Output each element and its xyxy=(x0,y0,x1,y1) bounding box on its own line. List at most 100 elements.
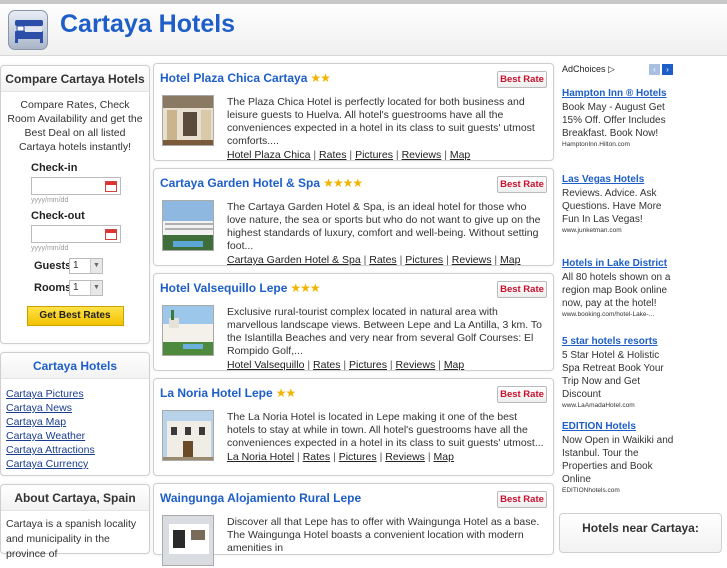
hotels-near-box: Hotels near Cartaya: xyxy=(559,513,722,553)
about-heading: About Cartaya, Spain xyxy=(1,485,149,511)
hotel-photo[interactable] xyxy=(162,515,214,566)
best-rate-button[interactable]: Best Rate xyxy=(497,281,547,298)
hotel-name-link[interactable]: Hotel Plaza Chica Cartaya ★★ xyxy=(160,71,331,85)
checkout-date-hint: yyyy/mm/dd xyxy=(31,245,69,252)
rates-link[interactable]: Rates xyxy=(369,254,396,266)
site-title[interactable]: Cartaya Hotels xyxy=(60,10,235,39)
city-links-list: Cartaya Pictures Cartaya News Cartaya Ma… xyxy=(1,379,149,479)
checkout-input[interactable] xyxy=(31,225,121,243)
ad-body: Now Open in Waikiki and Istanbul. Tour t… xyxy=(562,435,674,485)
adchoices-icon[interactable]: ▷ xyxy=(608,64,615,74)
ad-item[interactable]: EDITION Hotels Now Open in Waikiki and I… xyxy=(562,421,674,494)
calendar-icon[interactable] xyxy=(105,181,117,192)
ad-body: All 80 hotels shown on a region map Book… xyxy=(562,272,671,309)
best-rate-button[interactable]: Best Rate xyxy=(497,176,547,193)
prev-ad-icon[interactable]: ‹ xyxy=(649,64,660,75)
star-rating-icon: ★★ xyxy=(310,71,330,85)
ad-title[interactable]: Las Vegas Hotels xyxy=(562,174,674,185)
hotel-link[interactable]: Hotel Plaza Chica xyxy=(227,149,310,161)
ad-url[interactable]: www.LaAmadaHotel.com xyxy=(562,402,674,409)
hotel-bed-logo-icon[interactable] xyxy=(8,10,48,50)
checkin-input[interactable] xyxy=(31,177,121,195)
hotel-link[interactable]: Hotel Valsequillo xyxy=(227,359,304,371)
hotel-description: The Cartaya Garden Hotel & Spa, is an id… xyxy=(227,201,541,266)
rooms-select[interactable]: 1 ▼ xyxy=(69,280,103,296)
rates-link[interactable]: Rates xyxy=(303,451,330,463)
ad-item[interactable]: Hampton Inn ® Hotels Book May - August G… xyxy=(562,88,674,148)
reviews-link[interactable]: Reviews xyxy=(452,254,492,266)
guests-row: Guests 1 ▼ xyxy=(34,258,149,274)
best-rate-button[interactable]: Best Rate xyxy=(497,71,547,88)
pictures-link[interactable]: Pictures xyxy=(405,254,443,266)
chevron-down-icon: ▼ xyxy=(90,281,102,295)
ad-url[interactable]: www.junketman.com xyxy=(562,227,674,234)
ad-title[interactable]: Hotels in Lake District xyxy=(562,258,674,269)
pictures-link[interactable]: Pictures xyxy=(339,451,377,463)
rates-link[interactable]: Rates xyxy=(319,149,346,161)
city-links-box: Cartaya Hotels Cartaya Pictures Cartaya … xyxy=(0,352,150,476)
link-cartaya-currency[interactable]: Cartaya Currency xyxy=(6,457,144,471)
hotel-name-link[interactable]: Waingunga Alojamiento Rural Lepe xyxy=(160,491,361,505)
compare-box: Compare Cartaya Hotels Compare Rates, Ch… xyxy=(0,65,150,344)
pictures-link[interactable]: Pictures xyxy=(355,149,393,161)
map-link[interactable]: Map xyxy=(500,254,520,266)
reviews-link[interactable]: Reviews xyxy=(385,451,425,463)
calendar-icon[interactable] xyxy=(105,229,117,240)
adchoices-label[interactable]: AdChoices ▷ xyxy=(562,64,615,75)
hotel-photo[interactable] xyxy=(162,305,214,356)
ad-item[interactable]: Hotels in Lake District All 80 hotels sh… xyxy=(562,258,674,318)
reviews-link[interactable]: Reviews xyxy=(402,149,442,161)
best-rate-button[interactable]: Best Rate xyxy=(497,491,547,508)
guests-select[interactable]: 1 ▼ xyxy=(69,258,103,274)
rates-link[interactable]: Rates xyxy=(313,359,340,371)
ad-url[interactable]: EDITIONhotels.com xyxy=(562,487,674,494)
hotel-listing: Hotel Plaza Chica Cartaya ★★ Best Rate Th… xyxy=(153,63,554,161)
compare-description: Compare Rates, Check Room Availability a… xyxy=(7,99,143,153)
get-best-rates-button[interactable]: Get Best Rates xyxy=(26,306,124,326)
hotel-name-link[interactable]: Hotel Valsequillo Lepe ★★★ xyxy=(160,281,321,295)
about-text: Cartaya is a spanish locality and munici… xyxy=(6,518,137,560)
top-strip xyxy=(0,0,727,4)
hotel-name-link[interactable]: Cartaya Garden Hotel & Spa ★★★★ xyxy=(160,176,363,190)
hotel-name-link[interactable]: La Noria Hotel Lepe ★★ xyxy=(160,386,296,400)
map-link[interactable]: Map xyxy=(444,359,464,371)
hotel-link[interactable]: La Noria Hotel xyxy=(227,451,294,463)
hotel-description: Exclusive rural-tourist complex located … xyxy=(227,306,542,371)
ad-body: Book May - August Get 15% Off. Offer Inc… xyxy=(562,102,666,139)
ad-title[interactable]: Hampton Inn ® Hotels xyxy=(562,88,674,99)
ad-title[interactable]: EDITION Hotels xyxy=(562,421,674,432)
compare-heading: Compare Cartaya Hotels xyxy=(1,66,149,92)
hotel-photo[interactable] xyxy=(162,200,214,251)
ad-url[interactable]: HamptonInn.Hilton.com xyxy=(562,141,674,148)
ad-item[interactable]: 5 star hotels resorts 5 Star Hotel & Hol… xyxy=(562,336,674,409)
hotels-near-heading: Hotels near Cartaya: xyxy=(582,521,699,535)
hotel-description: The Plaza Chica Hotel is perfectly locat… xyxy=(227,96,535,161)
link-cartaya-pictures[interactable]: Cartaya Pictures xyxy=(6,387,144,401)
hotel-listing: Hotel Valsequillo Lepe ★★★ Best Rate Excl… xyxy=(153,273,554,371)
hotel-link[interactable]: Cartaya Garden Hotel & Spa xyxy=(227,254,361,266)
chevron-down-icon: ▼ xyxy=(90,259,102,273)
star-rating-icon: ★★★★ xyxy=(323,176,363,190)
best-rate-button[interactable]: Best Rate xyxy=(497,386,547,403)
about-box: About Cartaya, Spain Cartaya is a spanis… xyxy=(0,484,150,560)
star-rating-icon: ★★ xyxy=(275,386,296,400)
link-cartaya-attractions[interactable]: Cartaya Attractions xyxy=(6,443,144,457)
guests-label: Guests xyxy=(34,260,72,272)
ad-url[interactable]: www.booking.com/hotel-Lake-... xyxy=(562,311,674,318)
map-link[interactable]: Map xyxy=(434,451,454,463)
hotel-photo[interactable] xyxy=(162,410,214,461)
link-cartaya-weather[interactable]: Cartaya Weather xyxy=(6,429,144,443)
hotel-listing: Waingunga Alojamiento Rural Lepe Best Ra… xyxy=(153,483,554,566)
reviews-link[interactable]: Reviews xyxy=(396,359,436,371)
next-ad-icon[interactable]: › xyxy=(662,64,673,75)
ad-title[interactable]: 5 star hotels resorts xyxy=(562,336,674,347)
link-cartaya-news[interactable]: Cartaya News xyxy=(6,401,144,415)
link-cartaya-map[interactable]: Cartaya Map xyxy=(6,415,144,429)
hotel-photo[interactable] xyxy=(162,95,214,146)
hotel-description: Discover all that Lepe has to offer with… xyxy=(227,516,540,554)
checkout-label: Check-out xyxy=(31,210,85,222)
map-link[interactable]: Map xyxy=(450,149,470,161)
ad-item[interactable]: Las Vegas Hotels Reviews. Advice. Ask Qu… xyxy=(562,174,674,234)
pictures-link[interactable]: Pictures xyxy=(349,359,387,371)
checkin-label: Check-in xyxy=(31,162,78,174)
